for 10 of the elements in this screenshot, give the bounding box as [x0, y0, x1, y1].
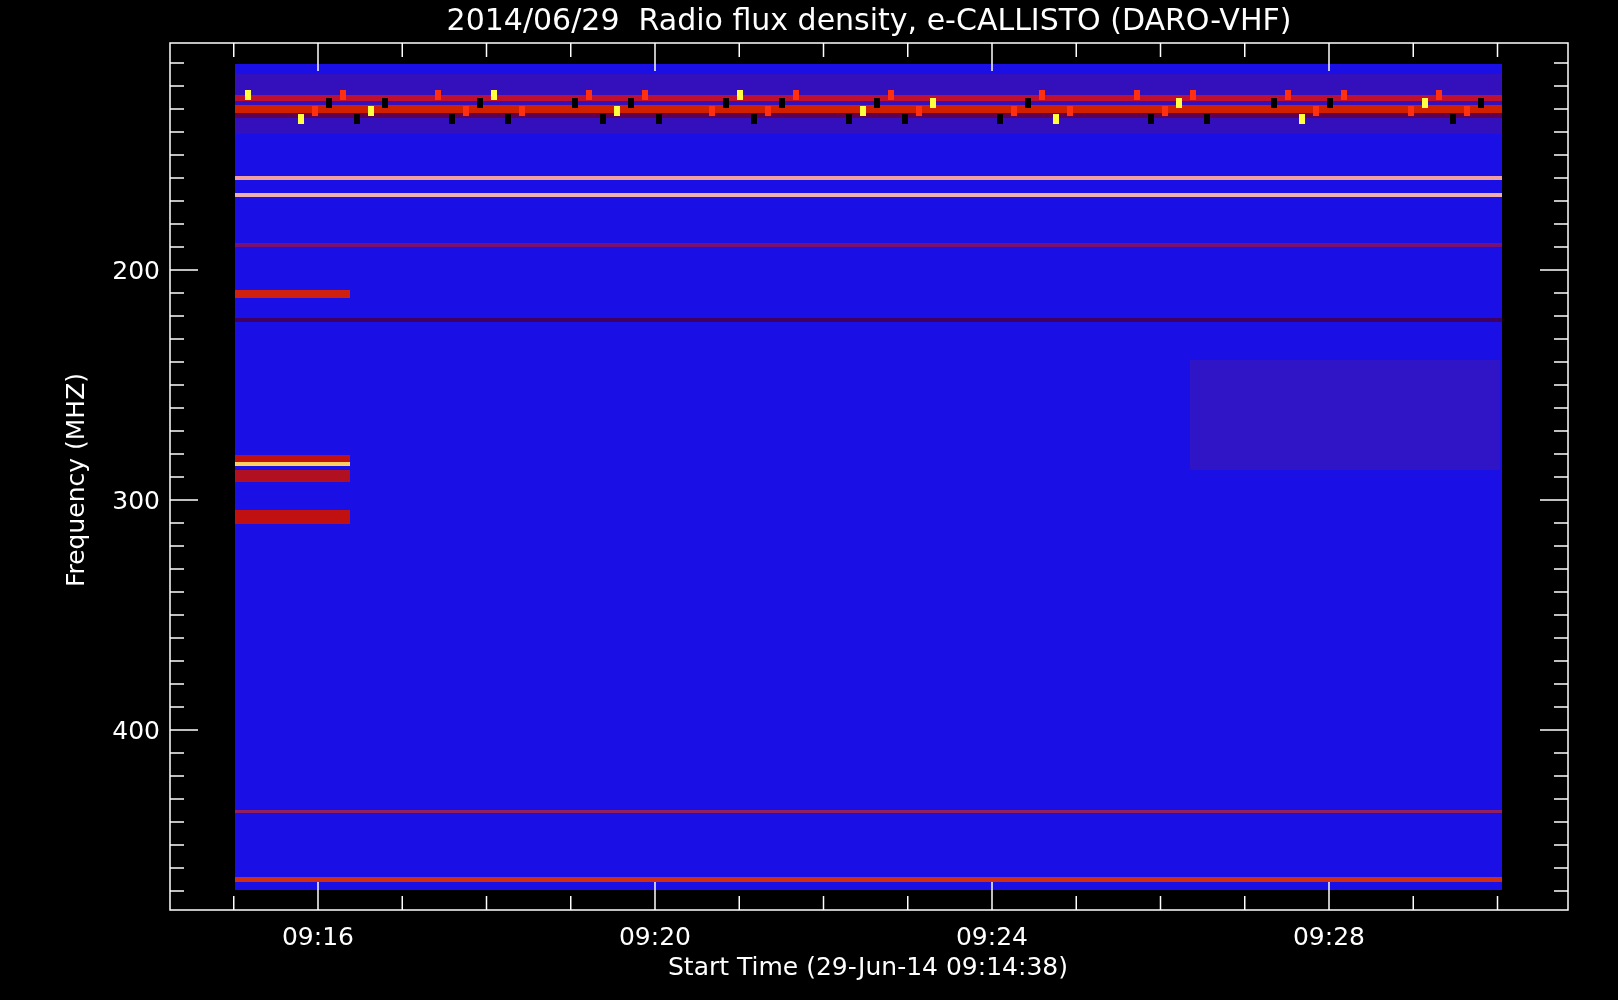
axis-tick-label: 300 — [112, 486, 160, 515]
axis-tick-label: 09:20 — [619, 922, 691, 951]
chart-title: 2014/06/29 Radio flux density, e-CALLISTO (DARO-VHF) — [446, 2, 1292, 37]
axis-tick-label: 400 — [112, 716, 160, 745]
axis-tick-label: 09:24 — [956, 922, 1028, 951]
axis-title: Start Time (29-Jun-14 09:14:38) — [668, 952, 1068, 981]
axis-tick-label: 09:28 — [1293, 922, 1365, 951]
axis-tick-label: 09:16 — [282, 922, 354, 951]
axis-title: Frequency (MHZ) — [61, 372, 90, 588]
axis-tick-label: 200 — [112, 256, 160, 285]
